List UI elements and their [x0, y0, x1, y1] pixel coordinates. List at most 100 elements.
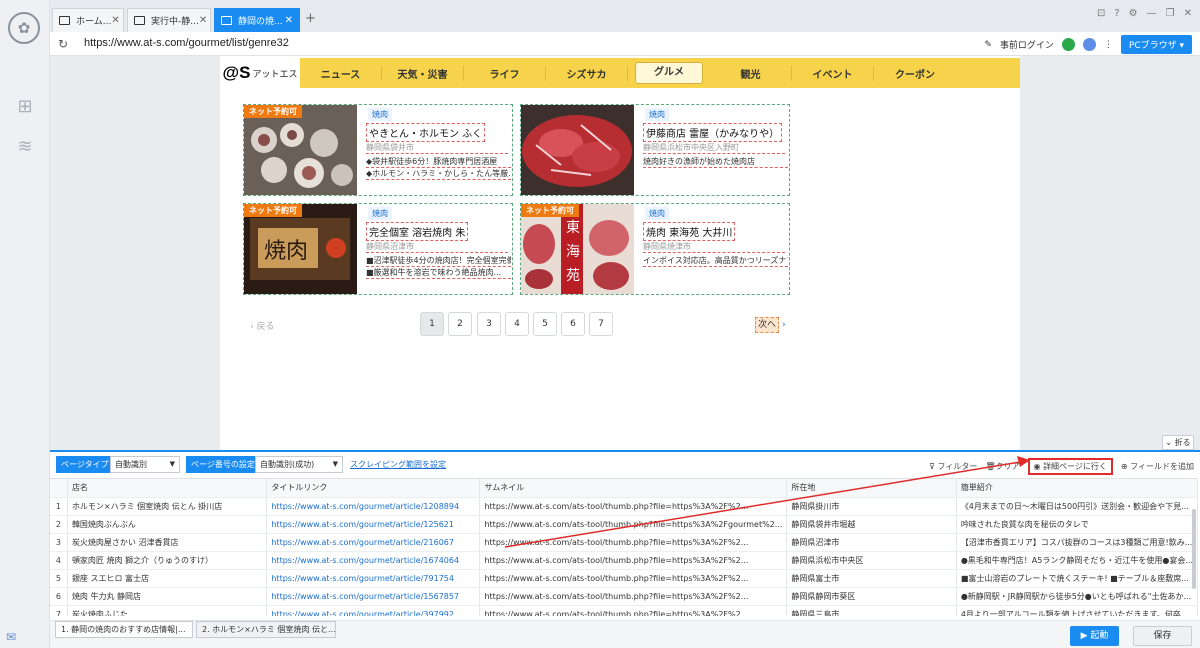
tab-running[interactable]: 実行中-静... ✕ — [127, 8, 211, 32]
table-cell[interactable]: https://www.at-s.com/gourmet/article/120… — [266, 497, 481, 516]
table-cell[interactable]: 炭火焼肉屋さかい 沼津香貫店 — [67, 533, 268, 552]
table-cell[interactable]: 静岡県富士市 — [786, 569, 957, 588]
pre-login-button[interactable]: 事前ログイン — [1000, 38, 1054, 51]
restaurant-name[interactable]: 伊藤商店 雷屋（かみなりや） — [643, 123, 783, 142]
restaurant-card[interactable]: 焼肉 伊藤商店 雷屋（かみなりや） 静岡県浜松市中央区入野町 焼肉好きの漁師が始… — [520, 104, 790, 196]
scrape-range-link[interactable]: スクレイピング範囲を設定 — [350, 459, 446, 470]
mail-icon[interactable]: ✉ — [6, 630, 16, 644]
column-header[interactable]: 店名 — [67, 479, 268, 498]
column-header[interactable]: 所在地 — [786, 479, 957, 498]
table-row[interactable]: 7 炭火焼肉ふじた https://www.at-s.com/gourmet/art… — [50, 605, 1198, 616]
nav-news[interactable]: ニュース — [300, 65, 382, 81]
column-header[interactable]: タイトルリンク — [266, 479, 481, 498]
table-cell[interactable]: https://www.at-s.com/ats-tool/thumb.php?… — [479, 569, 788, 588]
table-cell[interactable]: ホルモン×ハラミ 個室焼肉 伝とん 掛川店 — [67, 497, 268, 516]
new-task-icon[interactable]: ⊞ — [14, 96, 36, 118]
restaurant-thumbnail[interactable]: 焼肉 — [244, 204, 357, 294]
nav-weather[interactable]: 天気・災害 — [382, 65, 464, 81]
nav-life[interactable]: ライフ — [464, 65, 546, 81]
vertical-scrollbar[interactable] — [1192, 509, 1196, 589]
go-detail-page-button[interactable]: ◉ 詳細ページに行く — [1027, 458, 1113, 475]
restaurant-name[interactable]: 焼肉 東海苑 大井川 — [643, 222, 736, 241]
new-tab-plus-icon[interactable]: + — [305, 12, 316, 26]
page-button-2[interactable]: 2 — [448, 312, 472, 336]
table-cell[interactable]: https://www.at-s.com/gourmet/article/125… — [266, 515, 481, 534]
nav-event[interactable]: イベント — [792, 65, 874, 81]
category-tag[interactable]: 焼肉 — [368, 108, 392, 121]
filter-button[interactable]: ⊽ フィルター — [929, 461, 977, 472]
table-cell[interactable]: https://www.at-s.com/gourmet/article/216… — [266, 533, 481, 552]
table-cell[interactable]: 静岡県浜松市中央区 — [786, 551, 957, 570]
restaurant-card[interactable]: 東海苑 ネット予約可 焼肉 焼肉 東海苑 大井川 静岡県焼津市 インボイス対応店… — [520, 203, 790, 295]
restaurant-thumbnail[interactable] — [521, 105, 634, 195]
collapse-panel-button[interactable]: ⌄ 折る — [1162, 435, 1194, 450]
gift-icon[interactable]: ⊡ — [1097, 8, 1105, 19]
url-input[interactable]: https://www.at-s.com/gourmet/list/genre3… — [84, 37, 289, 49]
nav-gourmet[interactable]: グルメ — [635, 62, 703, 84]
pc-browser-dropdown[interactable]: PCブラウザ ▾ — [1120, 35, 1192, 54]
table-cell[interactable]: ■富士山溶岩のプレートで焼くステーキ! ■テーブル＆座敷席... — [956, 569, 1198, 588]
table-cell[interactable]: https://www.at-s.com/ats-tool/thumb.php?… — [479, 605, 788, 616]
column-header[interactable]: サムネイル — [479, 479, 788, 498]
restaurant-card[interactable]: 焼肉 ネット予約可 焼肉 完全個室 溶岩焼肉 朱 静岡県沼津市 ■沼津駅徒歩4分… — [243, 203, 513, 295]
page-button-7[interactable]: 7 — [589, 312, 613, 336]
table-row[interactable]: 6 焼肉 牛力丸 静岡店 https://www.at-s.com/gourmet/… — [50, 587, 1198, 606]
table-cell[interactable]: ●新静岡駅・JR静岡駅から徒歩5分●いとも呼ばれる"土佐あか... — [956, 587, 1198, 606]
restaurant-name[interactable]: 完全個室 溶岩焼肉 朱 — [366, 222, 469, 241]
result-tab-2[interactable]: 2. ホルモン×ハラミ 個室焼肉 伝と... ⊙ — [196, 621, 336, 638]
table-cell[interactable]: https://www.at-s.com/ats-tool/thumb.php?… — [479, 551, 788, 570]
page-button-1[interactable]: 1 — [420, 312, 444, 336]
table-row[interactable]: 5 銀座 スエヒロ 富士店 https://www.at-s.com/gourmet… — [50, 569, 1198, 588]
clear-button[interactable]: 🗑クリア — [985, 461, 1019, 472]
edit-icon[interactable]: ✎ — [984, 40, 992, 50]
restaurant-thumbnail[interactable]: 東海苑 — [521, 204, 634, 294]
table-cell[interactable]: 【沼津市香貫エリア】コスパ抜群のコースは3種類ご用意!飲み... — [956, 533, 1198, 552]
result-tab-1[interactable]: 1. 静岡の焼肉のおすすめ店情報|... — [55, 621, 193, 638]
table-cell[interactable]: https://www.at-s.com/gourmet/article/167… — [266, 551, 481, 570]
tab-shizuoka[interactable]: 静岡の焼... ✕ — [214, 8, 300, 32]
table-cell[interactable]: 静岡県沼津市 — [786, 533, 957, 552]
table-cell[interactable]: 《4月末までの日～木曜日は500円引》送別会・歓迎会や下見... — [956, 497, 1198, 516]
category-tag[interactable]: 焼肉 — [368, 207, 392, 220]
table-cell[interactable]: https://www.at-s.com/ats-tool/thumb.php?… — [479, 587, 788, 606]
page-number-select[interactable]: 自動識別(成功) ▼ — [255, 456, 343, 473]
save-button[interactable]: 保存 — [1133, 626, 1192, 646]
nav-shizusaka[interactable]: シズサカ — [546, 65, 628, 81]
table-cell[interactable]: https://www.at-s.com/gourmet/article/791… — [266, 569, 481, 588]
table-cell[interactable]: 炭火焼肉ふじた — [67, 605, 268, 616]
table-row[interactable]: 3 炭火焼肉屋さかい 沼津香貫店 https://www.at-s.com/gour… — [50, 533, 1198, 552]
settings-icon[interactable]: ⚙ — [1129, 8, 1138, 19]
table-cell[interactable]: ●黒毛和牛専門店！A5ランク静岡そだち・近江牛を使用●宴会... — [956, 551, 1198, 570]
layers-icon[interactable]: ≋ — [14, 136, 36, 158]
table-cell[interactable]: 静岡県三島市 — [786, 605, 957, 616]
restaurant-name[interactable]: やきとん・ホルモン ふく — [366, 123, 486, 142]
table-row[interactable]: 2 韓国焼肉ぶんぶん https://www.at-s.com/gourmet/ar… — [50, 515, 1198, 534]
table-cell[interactable]: 焼肉 牛力丸 静岡店 — [67, 587, 268, 606]
column-header[interactable]: 簡単紹介 — [956, 479, 1198, 498]
close-icon[interactable]: ✕ — [285, 15, 293, 26]
next-page-link[interactable]: 次へ › — [755, 317, 786, 333]
more-menu-icon[interactable]: ⋮ — [1104, 40, 1113, 50]
minimize-icon[interactable]: — — [1147, 8, 1157, 19]
maximize-icon[interactable]: ❐ — [1166, 8, 1175, 19]
restaurant-card[interactable]: ネット予約可 焼肉 やきとん・ホルモン ふく 静岡県袋井市 ◆袋井駅徒歩6分！豚… — [243, 104, 513, 196]
page-type-select[interactable]: 自動識別 ▼ — [110, 456, 180, 473]
extension-blue-icon[interactable] — [1082, 38, 1096, 51]
table-cell[interactable]: 吟味された良質な肉を秘伝のタレで — [956, 515, 1198, 534]
extension-green-icon[interactable] — [1061, 38, 1075, 51]
table-cell[interactable]: https://www.at-s.com/ats-tool/thumb.php?… — [479, 497, 788, 516]
table-cell[interactable]: https://www.at-s.com/ats-tool/thumb.php?… — [479, 533, 788, 552]
table-cell[interactable]: 韓国焼肉ぶんぶん — [67, 515, 268, 534]
table-row[interactable]: 4 頓家肉匠 焼肉 獅之介（りゅうのすけ） https://www.at-s.com… — [50, 551, 1198, 570]
category-tag[interactable]: 焼肉 — [645, 108, 669, 121]
table-cell[interactable]: https://www.at-s.com/ats-tool/thumb.php?… — [479, 515, 788, 534]
nav-sightseeing[interactable]: 観光 — [710, 65, 792, 81]
close-icon[interactable]: ✕ — [111, 15, 119, 26]
table-cell[interactable]: 静岡県掛川市 — [786, 497, 957, 516]
table-cell[interactable]: 頓家肉匠 焼肉 獅之介（りゅうのすけ） — [67, 551, 268, 570]
page-button-5[interactable]: 5 — [533, 312, 557, 336]
table-cell[interactable]: https://www.at-s.com/gourmet/article/156… — [266, 587, 481, 606]
nav-coupon[interactable]: クーポン — [874, 66, 956, 81]
close-window-icon[interactable]: ✕ — [1184, 8, 1192, 19]
table-cell[interactable]: 静岡県袋井市堀越 — [786, 515, 957, 534]
